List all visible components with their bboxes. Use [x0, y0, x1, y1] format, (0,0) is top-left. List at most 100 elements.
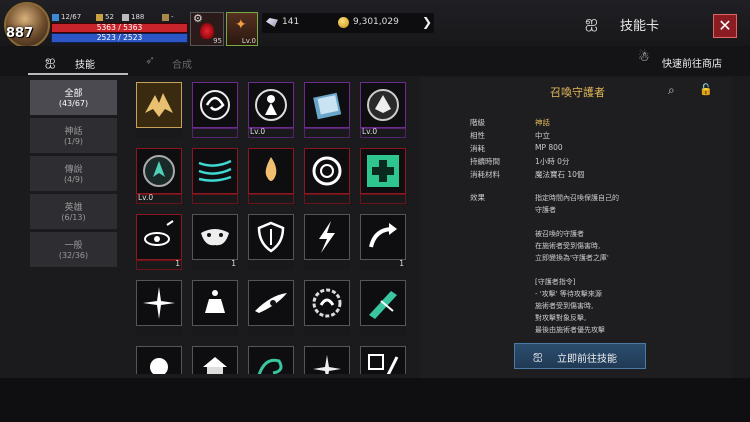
goto-skill-button[interactable]: ஐ 立即前往技能: [514, 343, 646, 369]
tab-synthesis[interactable]: ➶ 合成: [140, 51, 220, 73]
player-level: 887: [6, 26, 34, 41]
skill-card[interactable]: [304, 280, 350, 336]
hp-text: 5363 / 5363: [96, 23, 143, 32]
skill-card[interactable]: [248, 148, 294, 204]
skill-card[interactable]: [360, 346, 406, 374]
stat-d: -: [162, 13, 174, 21]
skill-card[interactable]: [360, 148, 406, 204]
stat-b: 52: [96, 13, 114, 21]
quick-shop-button[interactable]: ☃ 快速前往商店: [638, 50, 748, 71]
serpent-icon: [312, 288, 342, 318]
chevron-right-icon[interactable]: ❯: [422, 15, 432, 29]
bag-icon: [162, 13, 169, 21]
search-icon[interactable]: ⌕: [668, 83, 675, 98]
player-avatar[interactable]: [4, 2, 50, 48]
lightning-icon: [319, 221, 335, 253]
tab-synthesis-label: 合成: [172, 60, 192, 71]
gem-icon: [52, 13, 59, 21]
heal-cross-icon: [367, 155, 399, 187]
merchant-icon: ☃: [638, 50, 650, 65]
stat-c: 188: [122, 13, 144, 21]
key-icon: [96, 13, 103, 21]
skill-card[interactable]: [136, 346, 182, 374]
skill-card[interactable]: [192, 346, 238, 374]
category-count: (1/9): [63, 137, 84, 146]
skill-card[interactable]: [192, 148, 238, 204]
mask-icon: [201, 229, 229, 246]
category-count: (43/67): [58, 99, 89, 108]
orb-icon: [150, 358, 168, 374]
flame-drop-icon: [265, 157, 277, 181]
skill-detail-panel: 召喚守護者 ⌕ 🔓 階級 神話 相性 中立 消耗 MP 800 持續時間 1小時…: [420, 78, 732, 378]
wind-lines-icon: [198, 159, 232, 182]
lock-icon[interactable]: 🔓: [699, 83, 713, 96]
skill-tab-icon: ஐ: [533, 348, 543, 362]
skill-card[interactable]: [248, 280, 294, 336]
skill-card[interactable]: [360, 280, 406, 336]
category-normal[interactable]: 一般 (32/36): [30, 232, 117, 267]
skill-card[interactable]: [136, 280, 182, 336]
skill-card[interactable]: [304, 82, 350, 138]
category-name: 英雄: [64, 203, 83, 213]
skill-card[interactable]: 1: [360, 214, 406, 270]
skill-name: 召喚守護者: [550, 86, 605, 99]
close-button[interactable]: ✕: [713, 14, 737, 38]
dragon-spiral-icon: [200, 90, 230, 120]
skill-card-icon: ஐ: [585, 12, 598, 31]
category-count: (4/9): [63, 175, 84, 184]
gold-value: 9,301,029: [353, 17, 399, 27]
buff-slot[interactable]: ✦ Lv.0: [226, 12, 258, 46]
summon-book-icon: [313, 92, 342, 120]
fire-buff-icon: ✦: [235, 17, 247, 33]
category-mythic[interactable]: 神話 (1/9): [30, 118, 117, 153]
synthesis-tab-icon: ➶: [145, 53, 156, 67]
diamond-icon: [266, 18, 278, 27]
skill-card[interactable]: 1: [192, 214, 238, 270]
sparkle-icon: [313, 355, 341, 374]
top-bar: 887 12/67 52 188 - 5363 / 5363 2523 / 25…: [0, 0, 750, 48]
potion-slot[interactable]: ⚙ 95: [190, 12, 224, 46]
skill-card[interactable]: [304, 148, 350, 204]
skill-card[interactable]: Lv.0: [136, 148, 182, 204]
category-hero[interactable]: 英雄 (6/13): [30, 194, 117, 229]
category-count: (6/13): [61, 213, 86, 222]
skill-card[interactable]: [192, 82, 238, 138]
weight-icon: [122, 13, 129, 21]
skill-card[interactable]: Lv.0: [360, 82, 406, 138]
skill-card[interactable]: [304, 346, 350, 374]
skill-card[interactable]: [192, 280, 238, 336]
green-slash-icon: [369, 291, 397, 319]
category-legendary[interactable]: 傳說 (4/9): [30, 156, 117, 191]
skill-card[interactable]: [248, 214, 294, 270]
skill-card[interactable]: [248, 346, 294, 374]
category-name: 一般: [64, 241, 83, 251]
skill-card[interactable]: [136, 82, 182, 138]
tab-skill[interactable]: ஐ 技能: [28, 51, 128, 75]
category-count: (32/36): [58, 251, 89, 260]
goto-skill-label: 立即前往技能: [557, 354, 617, 365]
gear-icon: ⚙: [193, 12, 203, 25]
bottom-bar: [0, 378, 750, 422]
swirl-icon: [257, 358, 283, 374]
skill-card[interactable]: Lv.0: [248, 82, 294, 138]
quick-shop-label: 快速前往商店: [662, 59, 722, 70]
page-title: 技能卡: [620, 19, 660, 34]
category-list: 全部 (43/67) 神話 (1/9) 傳說 (4/9) 英雄 (6/13) 一…: [30, 80, 117, 270]
category-all[interactable]: 全部 (43/67): [30, 80, 117, 115]
skill-card-grid: Lv.0 Lv.0 Lv.0 1 1 1: [136, 82, 412, 374]
buff-level: Lv.0: [241, 37, 256, 45]
temple-icon: [203, 357, 227, 374]
skill-card[interactable]: 1: [136, 214, 182, 270]
beast-crest-icon: [367, 89, 399, 121]
curved-arrow-icon: [369, 223, 397, 248]
weapons-icon: [368, 354, 399, 374]
tab-skill-label: 技能: [75, 60, 95, 71]
hp-bar: 5363 / 5363: [51, 23, 188, 33]
category-name: 全部: [64, 89, 83, 99]
green-crest-icon: [143, 155, 175, 187]
gold-coin-icon: [338, 17, 349, 28]
vortex-icon: [312, 156, 342, 186]
burst-icon: [143, 287, 175, 319]
mp-text: 2523 / 2523: [96, 33, 143, 42]
skill-card[interactable]: [304, 214, 350, 270]
